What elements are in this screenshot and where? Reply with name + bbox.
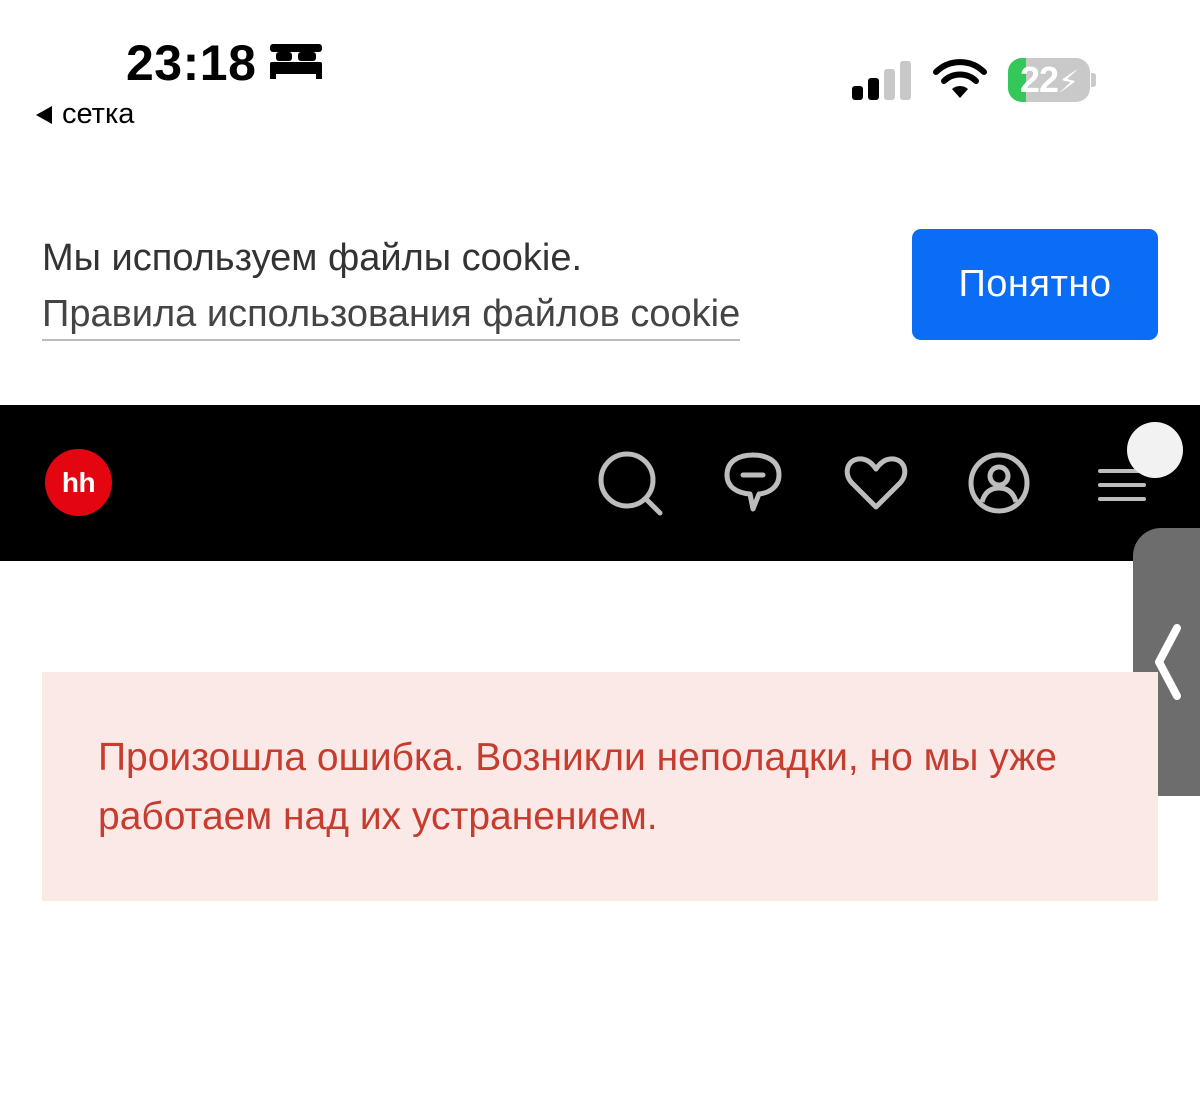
site-header: hh <box>0 405 1200 561</box>
status-time: 23:18 <box>126 35 257 91</box>
hh-logo[interactable]: hh <box>45 449 112 516</box>
cookie-accept-button[interactable]: Понятно <box>912 229 1158 340</box>
wifi-icon <box>933 59 987 98</box>
error-message: Произошла ошибка. Возникли неполадки, но… <box>98 736 1057 838</box>
logo-text: hh <box>61 466 96 498</box>
cellular-signal-icon <box>852 61 911 100</box>
notification-dot <box>1127 422 1183 478</box>
profile-icon[interactable] <box>965 449 1033 517</box>
battery-indicator: 22⚡ <box>1008 58 1096 102</box>
heart-icon[interactable] <box>842 449 910 517</box>
error-message-box: Произошла ошибка. Возникли неполадки, но… <box>42 672 1158 901</box>
search-icon[interactable] <box>596 449 664 517</box>
status-bar: 23:18 сетка 22⚡ <box>0 0 1200 140</box>
cookie-message: Мы используем файлы cookie. <box>42 237 583 279</box>
bed-icon <box>270 44 322 79</box>
charging-bolt-icon: ⚡ <box>1057 66 1079 99</box>
back-to-app-button[interactable]: сетка <box>36 98 134 131</box>
chat-icon[interactable] <box>719 449 787 517</box>
cookie-policy-link[interactable]: Правила использования файлов cookie <box>42 289 741 341</box>
cookie-text: Мы используем файлы cookie. Правила испо… <box>42 230 741 342</box>
cookie-banner: Мы используем файлы cookie. Правила испо… <box>0 200 1200 370</box>
back-app-label: сетка <box>62 98 135 130</box>
back-arrow-icon <box>36 105 52 124</box>
battery-level: 22⚡ <box>1019 59 1079 100</box>
